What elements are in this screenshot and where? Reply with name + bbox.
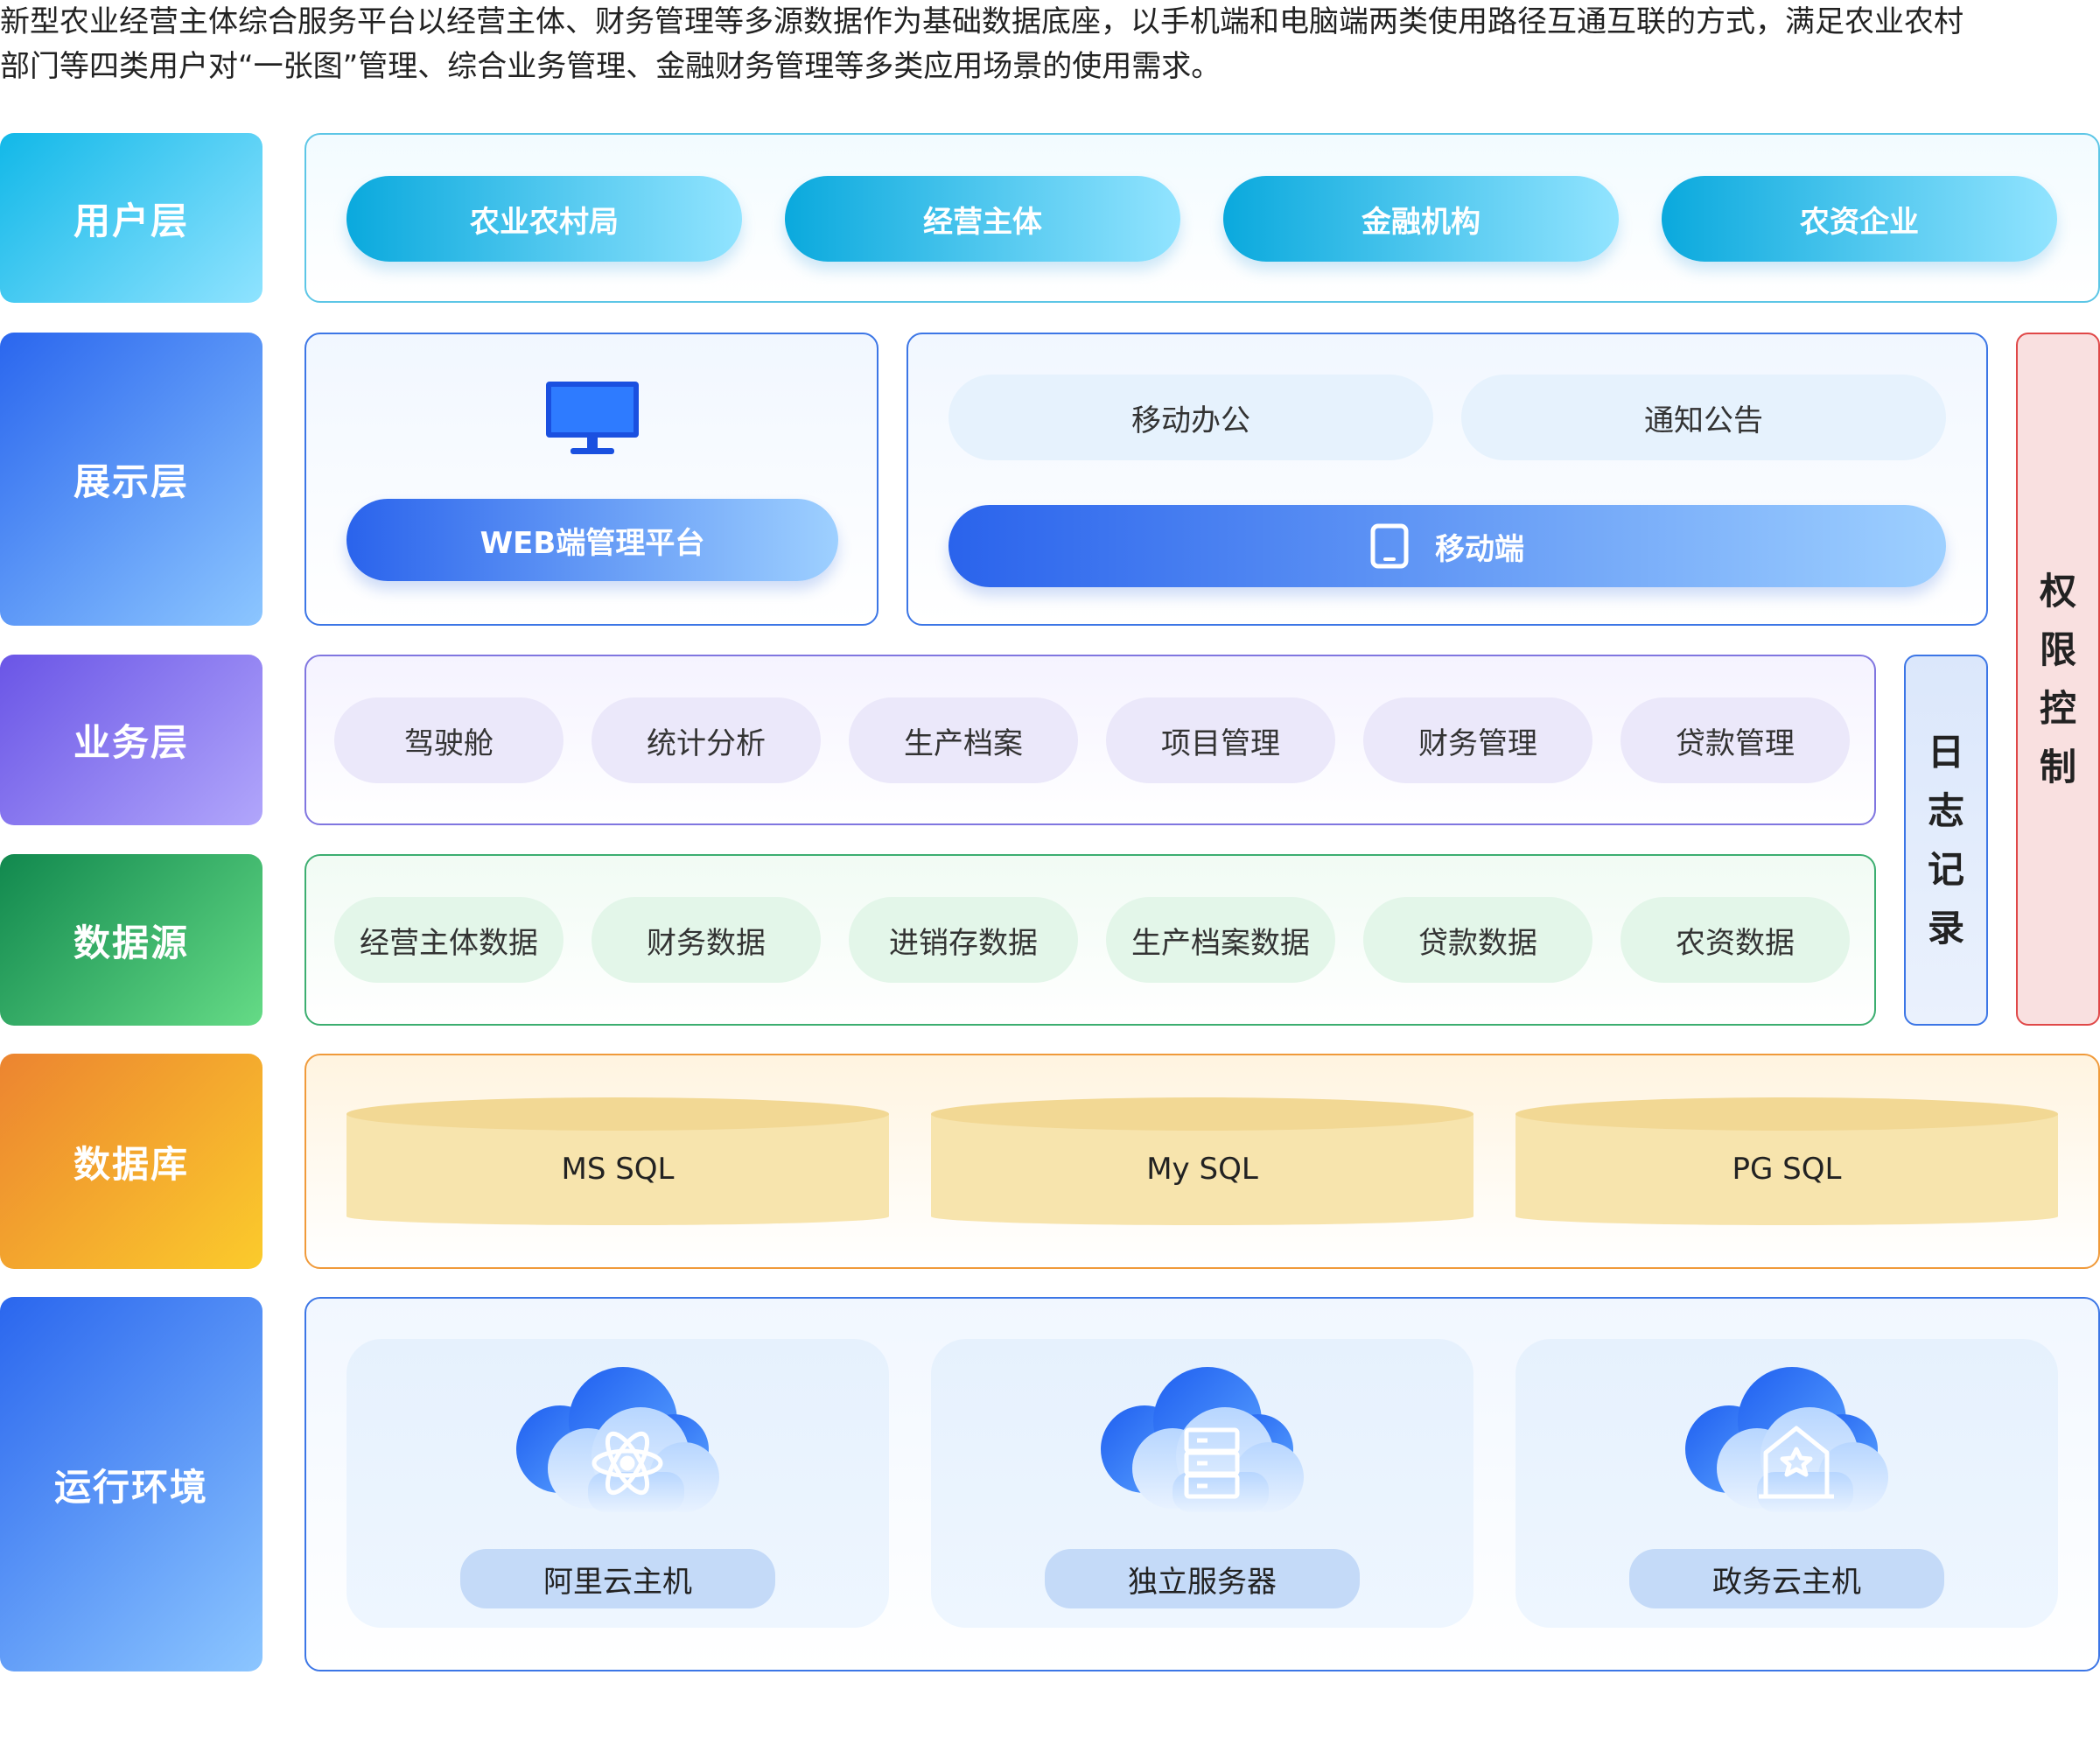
permission-control-bar: 权限控制 [2016, 333, 2100, 1026]
mobile-panel: 移动办公 通知公告 移动端 [906, 333, 1988, 626]
log-record-label: 日志记录 [1928, 731, 1965, 950]
mobile-button: 移动端 [948, 505, 1946, 587]
database-label: PG SQL [1732, 1152, 1842, 1187]
business-item: 驾驶舱 [334, 697, 564, 783]
cloud-server-icon [1101, 1367, 1304, 1512]
cloud-atom-icon [516, 1367, 719, 1512]
data-source-item: 经营主体数据 [334, 897, 564, 983]
business-layer-panel: 驾驶舱 统计分析 生产档案 项目管理 财务管理 贷款管理 [304, 655, 1876, 825]
database-label: My SQL [1146, 1152, 1258, 1187]
log-record-bar: 日志记录 [1904, 655, 1988, 1026]
database-label: MS SQL [561, 1152, 675, 1187]
data-source-item: 进销存数据 [849, 897, 1078, 983]
user-item: 农业农村局 [346, 176, 742, 262]
env-card: 政务云主机 [1516, 1339, 2058, 1628]
intro-line-1: 新型农业经营主体综合服务平台以经营主体、财务管理等多源数据作为基础数据底座，以手… [0, 4, 1964, 39]
data-source-item: 生产档案数据 [1106, 897, 1335, 983]
intro-text: 新型农业经营主体综合服务平台以经营主体、财务管理等多源数据作为基础数据底座，以手… [0, 0, 2100, 89]
monitor-icon [546, 382, 639, 454]
layer-label-user: 用户层 [0, 133, 262, 303]
layer-label-runtime: 运行环境 [0, 1297, 262, 1671]
business-item: 项目管理 [1106, 697, 1335, 783]
data-source-panel: 经营主体数据 财务数据 进销存数据 生产档案数据 贷款数据 农资数据 [304, 854, 1876, 1026]
permission-control-label: 权限控制 [2040, 570, 2077, 788]
business-item: 财务管理 [1363, 697, 1592, 783]
layer-label-database: 数据库 [0, 1054, 262, 1269]
user-item: 经营主体 [785, 176, 1180, 262]
web-panel: WEB端管理平台 [304, 333, 878, 626]
business-item: 贷款管理 [1620, 697, 1850, 783]
env-label: 阿里云主机 [460, 1549, 775, 1608]
intro-line-2: 部门等四类用户对“一张图”管理、综合业务管理、金融财务管理等多类应用场景的使用需… [0, 49, 1222, 84]
business-item: 生产档案 [849, 697, 1078, 783]
data-source-item: 农资数据 [1620, 897, 1850, 983]
layer-label-business: 业务层 [0, 655, 262, 825]
user-layer-panel: 农业农村局 经营主体 金融机构 农资企业 [304, 133, 2100, 303]
database-panel: MS SQL My SQL PG SQL [304, 1054, 2100, 1269]
database-cylinder: PG SQL [1516, 1097, 2058, 1225]
env-card: 阿里云主机 [346, 1339, 889, 1628]
database-cylinder: MS SQL [346, 1097, 889, 1225]
user-item: 农资企业 [1662, 176, 2057, 262]
notice-item: 通知公告 [1461, 375, 1946, 460]
cloud-government-icon [1685, 1367, 1888, 1512]
business-item: 统计分析 [592, 697, 821, 783]
tablet-icon [1370, 523, 1409, 569]
mobile-office-item: 移动办公 [948, 375, 1433, 460]
data-source-item: 贷款数据 [1363, 897, 1592, 983]
layer-label-display: 展示层 [0, 333, 262, 626]
user-item: 金融机构 [1223, 176, 1619, 262]
layer-label-data-source: 数据源 [0, 854, 262, 1026]
web-platform-button: WEB端管理平台 [346, 499, 838, 581]
data-source-item: 财务数据 [592, 897, 821, 983]
runtime-panel: 阿里云主机 独立服务器 政务云主机 [304, 1297, 2100, 1671]
mobile-label: 移动端 [1435, 531, 1524, 567]
env-label: 政务云主机 [1629, 1549, 1944, 1608]
env-card: 独立服务器 [931, 1339, 1474, 1628]
database-cylinder: My SQL [931, 1097, 1474, 1225]
env-label: 独立服务器 [1045, 1549, 1360, 1608]
